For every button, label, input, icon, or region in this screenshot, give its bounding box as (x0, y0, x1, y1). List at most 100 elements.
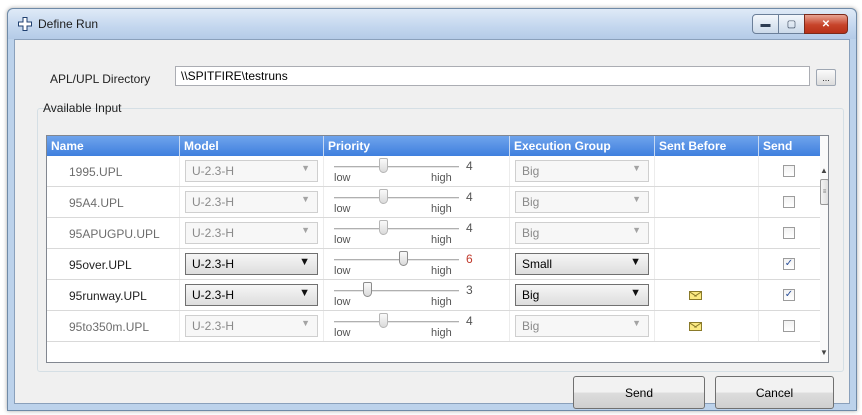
directory-input[interactable] (175, 66, 810, 86)
row-exec-group-cell: Big ▼ (510, 218, 655, 248)
execution-group-dropdown[interactable]: Big ▼ (515, 315, 649, 337)
priority-slider-track[interactable] (334, 321, 459, 323)
file-name: 95over.UPL (69, 258, 132, 272)
table-row[interactable]: 95A4.UPL U-2.3-H ▼ low high 4 Big ▼ (47, 187, 820, 218)
scroll-down-icon[interactable]: ▼ (820, 348, 828, 357)
send-checkbox[interactable] (783, 165, 795, 177)
chevron-down-icon: ▼ (632, 225, 641, 235)
maximize-button[interactable]: ▢ (778, 14, 805, 34)
cancel-button[interactable]: Cancel (715, 376, 834, 409)
table-row[interactable]: 95to350m.UPL U-2.3-H ▼ low high 4 Big ▼ (47, 311, 820, 342)
model-value: U-2.3-H (192, 226, 235, 240)
execution-group-dropdown[interactable]: Big ▼ (515, 191, 649, 213)
row-name-cell: 95APUGPU.UPL (47, 218, 180, 248)
close-button[interactable]: ✕ (804, 14, 848, 34)
priority-slider-thumb[interactable] (379, 313, 388, 328)
row-exec-group-cell: Big ▼ (510, 187, 655, 217)
model-dropdown[interactable]: U-2.3-H ▼ (185, 160, 318, 182)
scroll-thumb[interactable]: ≡ (820, 179, 828, 205)
chevron-down-icon: ▼ (632, 163, 641, 173)
priority-slider-track[interactable] (334, 259, 459, 261)
browse-button[interactable]: ... (816, 69, 836, 86)
chevron-down-icon: ▼ (632, 318, 641, 328)
priority-slider-track[interactable] (334, 228, 459, 230)
grid-header: Name Model Priority Execution Group Sent… (47, 136, 820, 156)
envelope-icon (689, 322, 702, 331)
priority-slider-thumb[interactable] (399, 251, 408, 266)
column-header-sent-before[interactable]: Sent Before (655, 136, 759, 156)
chevron-down-icon: ▼ (301, 163, 310, 173)
row-model-cell: U-2.3-H ▼ (180, 156, 324, 186)
model-dropdown[interactable]: U-2.3-H ▼ (185, 253, 318, 275)
send-checkbox[interactable]: ✓ (783, 289, 795, 301)
execution-group-dropdown[interactable]: Big ▼ (515, 160, 649, 182)
row-model-cell: U-2.3-H ▼ (180, 249, 324, 279)
table-row[interactable]: 95APUGPU.UPL U-2.3-H ▼ low high 4 Big ▼ (47, 218, 820, 249)
execution-group-value: Big (522, 195, 540, 209)
row-priority-cell: low high 4 (324, 156, 510, 186)
column-header-model[interactable]: Model (180, 136, 324, 156)
file-name: 1995.UPL (69, 165, 123, 179)
row-priority-cell: low high 4 (324, 218, 510, 248)
priority-high-label: high (431, 203, 452, 215)
row-sent-before-cell (655, 311, 759, 341)
send-checkbox[interactable] (783, 227, 795, 239)
execution-group-dropdown[interactable]: Big ▼ (515, 284, 649, 306)
priority-slider-thumb[interactable] (363, 282, 372, 297)
priority-slider-thumb[interactable] (379, 189, 388, 204)
priority-low-label: low (334, 203, 351, 215)
row-sent-before-cell (655, 249, 759, 279)
file-name: 95runway.UPL (69, 289, 147, 303)
scroll-up-icon[interactable]: ▲ (820, 166, 828, 175)
row-priority-cell: low high 4 (324, 311, 510, 341)
model-value: U-2.3-H (192, 257, 235, 271)
title-bar[interactable]: Define Run ▬ ▢ ✕ (8, 9, 856, 39)
chevron-down-icon: ▼ (299, 287, 310, 299)
table-row[interactable]: 95runway.UPL U-2.3-H ▼ low high 3 Big ▼ ✓ (47, 280, 820, 311)
priority-low-label: low (334, 327, 351, 339)
row-name-cell: 95over.UPL (47, 249, 180, 279)
priority-slider-thumb[interactable] (379, 220, 388, 235)
priority-value: 3 (466, 283, 473, 297)
column-header-priority[interactable]: Priority (324, 136, 510, 156)
priority-slider-track[interactable] (334, 290, 459, 292)
priority-slider-thumb[interactable] (379, 158, 388, 173)
column-header-send[interactable]: Send (759, 136, 820, 156)
send-checkbox[interactable] (783, 320, 795, 332)
priority-high-label: high (431, 296, 452, 308)
row-priority-cell: low high 3 (324, 280, 510, 310)
priority-low-label: low (334, 172, 351, 184)
file-name: 95APUGPU.UPL (69, 227, 160, 241)
chevron-down-icon: ▼ (632, 194, 641, 204)
execution-group-value: Big (522, 226, 540, 240)
send-checkbox[interactable] (783, 196, 795, 208)
send-button[interactable]: Send (573, 376, 705, 409)
model-value: U-2.3-H (192, 288, 235, 302)
table-row[interactable]: 95over.UPL U-2.3-H ▼ low high 6 Small ▼ ✓ (47, 249, 820, 280)
row-priority-cell: low high 4 (324, 187, 510, 217)
model-value: U-2.3-H (192, 195, 235, 209)
chevron-down-icon: ▼ (630, 287, 641, 299)
execution-group-dropdown[interactable]: Big ▼ (515, 222, 649, 244)
row-name-cell: 95to350m.UPL (47, 311, 180, 341)
model-dropdown[interactable]: U-2.3-H ▼ (185, 284, 318, 306)
column-header-execution-group[interactable]: Execution Group (510, 136, 655, 156)
priority-slider-track[interactable] (334, 166, 459, 168)
model-dropdown[interactable]: U-2.3-H ▼ (185, 222, 318, 244)
model-dropdown[interactable]: U-2.3-H ▼ (185, 315, 318, 337)
row-sent-before-cell (655, 187, 759, 217)
table-row[interactable]: 1995.UPL U-2.3-H ▼ low high 4 Big ▼ (47, 156, 820, 187)
model-dropdown[interactable]: U-2.3-H ▼ (185, 191, 318, 213)
priority-slider-track[interactable] (334, 197, 459, 199)
envelope-icon (689, 291, 702, 300)
grid-scrollbar[interactable]: ▲ ≡ ▼ (820, 136, 828, 362)
priority-value: 4 (466, 314, 473, 328)
column-header-name[interactable]: Name (47, 136, 180, 156)
row-name-cell: 95A4.UPL (47, 187, 180, 217)
send-checkbox[interactable]: ✓ (783, 258, 795, 270)
minimize-button[interactable]: ▬ (752, 14, 779, 34)
file-name: 95A4.UPL (69, 196, 124, 210)
execution-group-dropdown[interactable]: Small ▼ (515, 253, 649, 275)
chevron-down-icon: ▼ (301, 318, 310, 328)
row-model-cell: U-2.3-H ▼ (180, 218, 324, 248)
